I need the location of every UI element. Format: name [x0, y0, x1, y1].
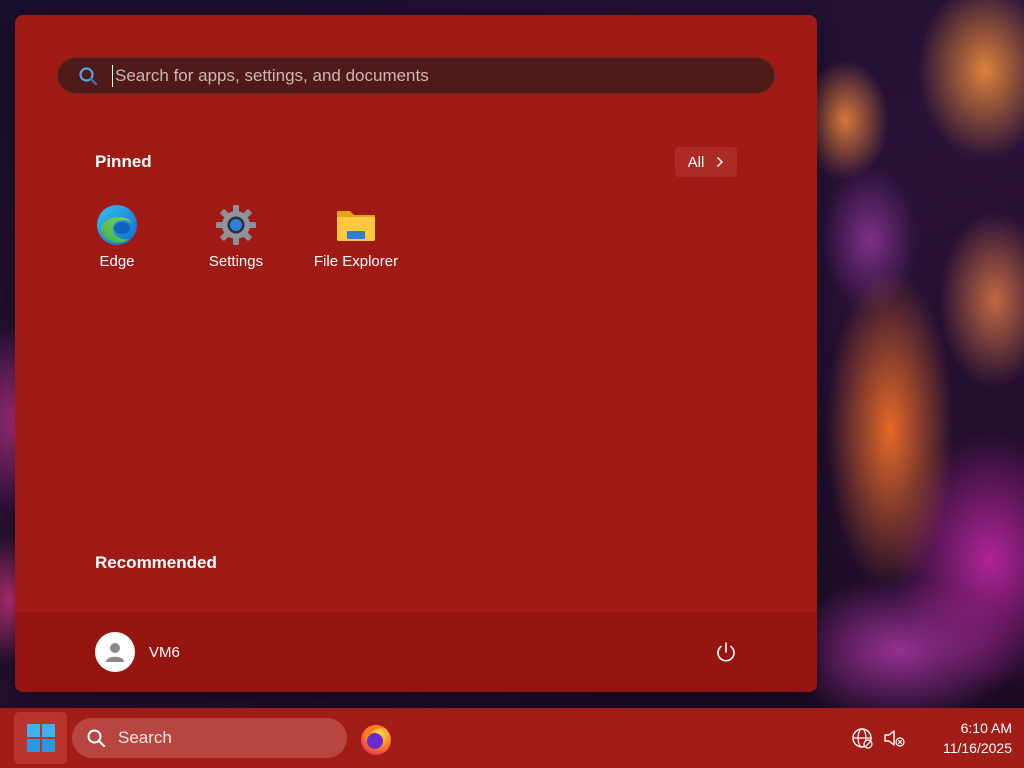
taskbar-search-box[interactable]: Search [72, 718, 347, 758]
pinned-section-title: Pinned [95, 152, 152, 171]
all-apps-label: All [687, 153, 705, 171]
taskbar: Search 6:10 AM 11/16/2025 [0, 708, 1024, 768]
recommended-section-title: Recommended [95, 553, 217, 572]
pinned-app-file-explorer[interactable]: File Explorer [296, 203, 416, 285]
clock-time: 6:10 AM [960, 720, 1012, 736]
search-icon [87, 729, 106, 748]
pinned-app-edge[interactable]: Edge [57, 203, 177, 285]
user-avatar-icon [95, 632, 135, 672]
start-menu-footer: VM6 [15, 612, 817, 692]
start-menu: Pinned All Edge [15, 15, 817, 692]
power-icon[interactable] [713, 640, 739, 666]
settings-gear-icon [216, 205, 256, 245]
system-clock[interactable]: 6:10 AM 11/16/2025 [912, 718, 1012, 758]
network-globe-icon[interactable] [850, 726, 874, 750]
search-icon [79, 66, 98, 85]
start-search-box[interactable] [57, 57, 775, 94]
edge-icon [97, 205, 137, 245]
taskbar-search-label: Search [118, 728, 172, 747]
all-apps-button[interactable]: All [675, 147, 737, 177]
user-name: VM6 [149, 643, 180, 661]
start-search-input[interactable] [112, 64, 717, 87]
start-button[interactable] [14, 712, 67, 764]
app-label-edge: Edge [99, 253, 135, 270]
app-label-settings: Settings [208, 253, 264, 270]
pinned-app-settings[interactable]: Settings [176, 203, 296, 285]
app-label-file-explorer: File Explorer [313, 253, 399, 270]
speaker-muted-icon[interactable] [882, 726, 906, 750]
windows-logo-icon [26, 724, 55, 752]
chevron-right-icon [717, 157, 724, 167]
firefox-icon[interactable] [358, 721, 394, 757]
clock-date: 11/16/2025 [942, 740, 1012, 756]
user-account-button[interactable]: VM6 [95, 632, 180, 672]
folder-icon [337, 211, 375, 241]
